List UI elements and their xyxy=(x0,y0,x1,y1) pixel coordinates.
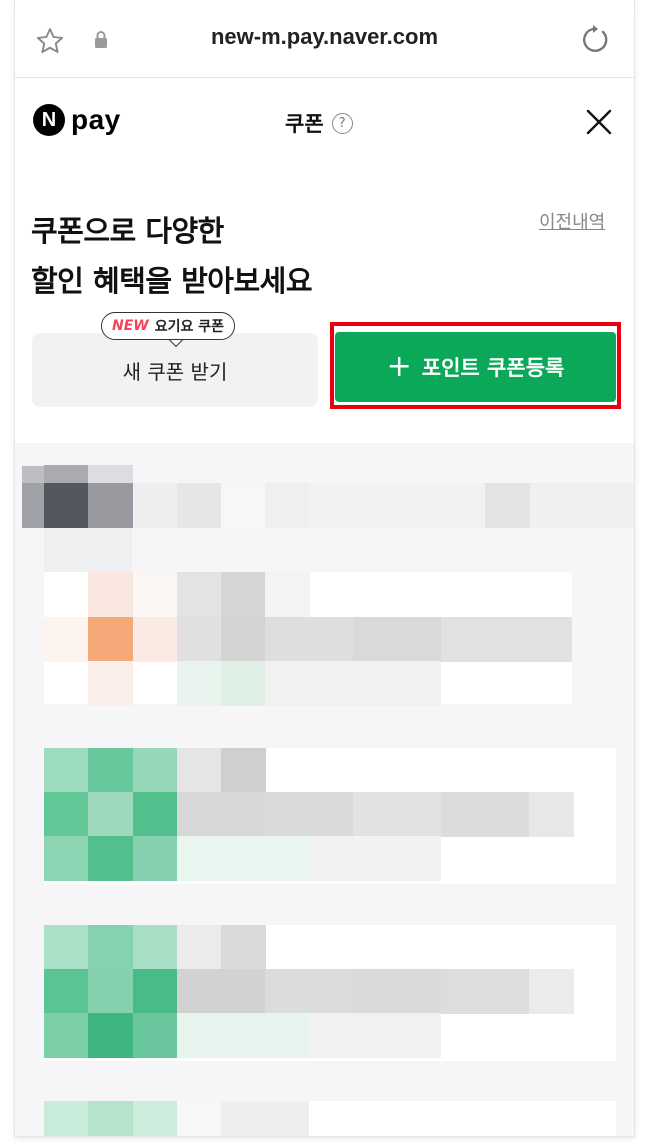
hero-heading: 쿠폰으로 다양한 할인 혜택을 받아보세요 xyxy=(31,206,313,306)
pixel-block xyxy=(353,792,441,837)
pixel-block xyxy=(44,748,89,793)
pixel-block xyxy=(44,836,89,881)
pixel-block xyxy=(353,617,441,662)
coupon-list-obscured xyxy=(15,443,634,1136)
pixel-block xyxy=(88,969,133,1014)
pixel-block xyxy=(309,483,485,528)
pixel-block xyxy=(133,572,178,617)
npay-logo-mark: N xyxy=(33,104,65,136)
pixel-block xyxy=(22,483,44,528)
hero-heading-line1: 쿠폰으로 다양한 xyxy=(31,214,224,248)
pixel-block xyxy=(221,617,266,662)
pixel-block xyxy=(221,748,266,793)
pixel-block xyxy=(485,483,530,528)
pixel-block xyxy=(177,617,222,662)
browser-url-bar: new-m.pay.naver.com xyxy=(15,0,634,78)
npay-logo-text: pay xyxy=(71,104,121,135)
pixel-block xyxy=(441,969,529,1014)
register-point-coupon-button[interactable]: + 포인트 쿠폰등록 xyxy=(335,332,616,402)
pixel-block xyxy=(265,969,353,1014)
pixel-block xyxy=(177,925,222,970)
url-text[interactable]: new-m.pay.naver.com xyxy=(15,24,634,50)
pixel-block xyxy=(177,1101,222,1136)
yogiyo-coupon-badge: NEW 요기요 쿠폰 xyxy=(101,312,236,340)
pixel-block xyxy=(530,483,634,528)
pixel-block xyxy=(265,572,310,617)
pixel-block xyxy=(88,572,133,617)
pixel-block xyxy=(221,572,266,617)
page-title-group: 쿠폰 ? xyxy=(285,108,353,138)
pixel-block xyxy=(133,836,178,881)
browser-frame: new-m.pay.naver.com N pay 쿠폰 ? 쿠폰으로 다양한 … xyxy=(15,0,634,1136)
pixel-block xyxy=(44,528,132,573)
pixel-block xyxy=(441,617,572,662)
pixel-block xyxy=(44,969,89,1014)
pixel-block xyxy=(177,483,222,528)
pixel-block xyxy=(529,969,574,1014)
pixel-block xyxy=(177,661,222,706)
pixel-block xyxy=(133,792,178,837)
register-point-coupon-label: 포인트 쿠폰등록 xyxy=(421,356,565,380)
pixel-block xyxy=(44,925,89,970)
pixel-block xyxy=(88,483,133,528)
pixel-block xyxy=(133,483,178,528)
pixel-block xyxy=(88,661,133,706)
reload-icon[interactable] xyxy=(581,24,611,56)
pixel-block xyxy=(221,925,266,970)
pixel-block xyxy=(88,792,133,837)
pixel-block xyxy=(133,925,178,970)
pixel-block xyxy=(309,1013,441,1058)
pixel-block xyxy=(309,836,441,881)
pixel-block xyxy=(529,792,574,837)
get-new-coupon-label: 새 쿠폰 받기 xyxy=(122,359,228,384)
help-icon[interactable]: ? xyxy=(331,112,353,134)
pixel-block xyxy=(177,792,265,837)
pixel-block xyxy=(177,572,222,617)
pixel-block xyxy=(441,792,529,837)
pixel-block xyxy=(88,748,133,793)
pixel-block xyxy=(265,483,310,528)
pixel-block xyxy=(133,1101,178,1136)
pixel-block xyxy=(133,1013,178,1058)
pixel-block xyxy=(133,748,178,793)
app-header: N pay 쿠폰 ? xyxy=(15,78,634,166)
pixel-block xyxy=(88,1013,133,1058)
badge-text: 요기요 쿠폰 xyxy=(154,319,225,335)
hero-heading-line2: 할인 혜택을 받아보세요 xyxy=(31,264,313,298)
pixel-block xyxy=(221,661,266,706)
pixel-block xyxy=(44,1101,89,1136)
pixel-block xyxy=(44,1013,89,1058)
pixel-block xyxy=(221,1101,309,1136)
pixel-block xyxy=(44,792,89,837)
history-link[interactable]: 이전내역 xyxy=(539,208,605,234)
pixel-block xyxy=(353,969,441,1014)
close-icon[interactable] xyxy=(585,108,613,136)
badge-new-label: NEW xyxy=(112,318,149,334)
pixel-block xyxy=(133,617,178,662)
pixel-block xyxy=(265,661,441,706)
pixel-block xyxy=(265,792,353,837)
pixel-block xyxy=(88,925,133,970)
plus-icon: + xyxy=(386,349,412,384)
page-title: 쿠폰 xyxy=(285,112,324,136)
pixel-block xyxy=(177,969,265,1014)
npay-logo: N pay xyxy=(33,104,121,136)
pixel-block xyxy=(88,617,133,662)
pixel-block xyxy=(44,617,89,662)
pixel-block xyxy=(133,969,178,1014)
pixel-block xyxy=(177,836,309,881)
pixel-block xyxy=(177,748,222,793)
pixel-block xyxy=(221,483,266,528)
pixel-block xyxy=(88,836,133,881)
pixel-block xyxy=(44,483,89,528)
pixel-block xyxy=(265,617,353,662)
pixel-block xyxy=(88,1101,133,1136)
pixel-block xyxy=(177,1013,309,1058)
